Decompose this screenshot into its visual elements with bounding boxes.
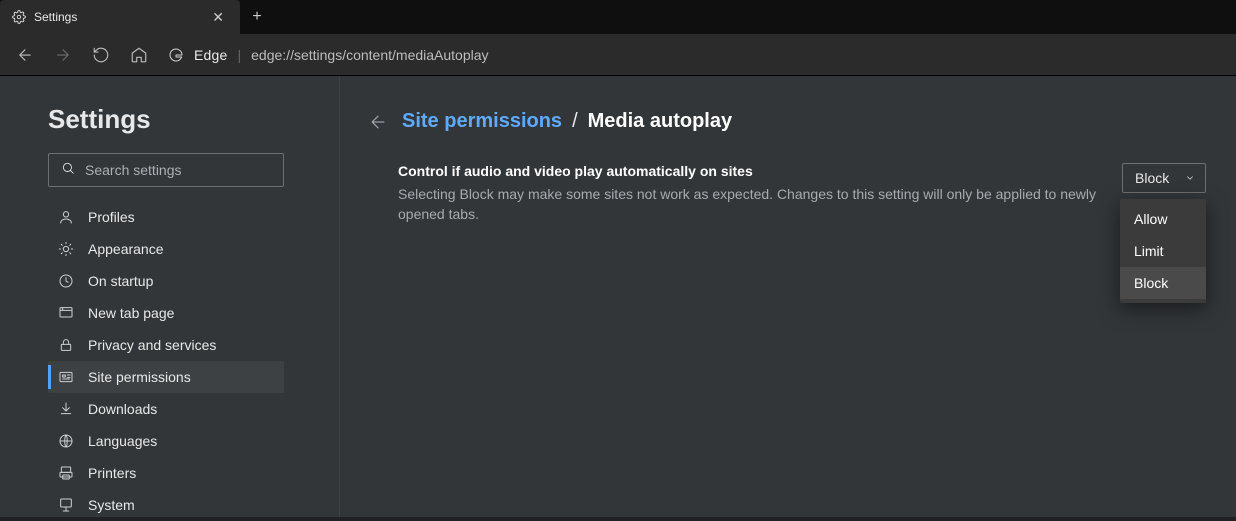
sidebar-item-label: Privacy and services <box>88 337 216 353</box>
setting-title: Control if audio and video play automati… <box>398 163 1098 179</box>
select-value: Block <box>1135 170 1169 186</box>
sidebar-item-printers[interactable]: Printers <box>48 457 284 489</box>
settings-sidebar: Settings Profiles Appearance On startup New… <box>0 76 340 517</box>
back-button[interactable] <box>8 38 42 72</box>
sidebar-item-label: Downloads <box>88 401 157 417</box>
sidebar-item-system[interactable]: System <box>48 489 284 521</box>
breadcrumb-separator: / <box>572 110 578 133</box>
breadcrumb-parent[interactable]: Site permissions <box>402 110 562 133</box>
sidebar-item-label: Profiles <box>88 209 135 225</box>
startup-icon <box>58 273 74 289</box>
address-bar[interactable]: Edge | edge://settings/content/mediaAuto… <box>168 40 1228 70</box>
edge-icon <box>168 47 184 63</box>
system-icon <box>58 497 74 513</box>
sidebar-item-privacy-and-services[interactable]: Privacy and services <box>48 329 284 361</box>
dropdown-option-block[interactable]: Block <box>1120 267 1206 299</box>
sidebar-item-profiles[interactable]: Profiles <box>48 201 284 233</box>
search-icon <box>61 161 75 180</box>
main-panel: Site permissions / Media autoplay Contro… <box>340 76 1236 517</box>
profile-icon <box>58 209 74 225</box>
sidebar-item-label: New tab page <box>88 305 174 321</box>
printer-icon <box>58 465 74 481</box>
tab-strip: Settings ✕ + <box>0 0 1236 34</box>
settings-nav: Profiles Appearance On startup New tab page… <box>48 201 339 521</box>
gear-icon <box>12 10 26 24</box>
sidebar-item-label: Printers <box>88 465 136 481</box>
addr-url: edge://settings/content/mediaAutoplay <box>251 47 488 63</box>
newtab-icon <box>58 305 74 321</box>
browser-tab[interactable]: Settings ✕ <box>0 0 240 34</box>
forward-button[interactable] <box>46 38 80 72</box>
appearance-icon <box>58 241 74 257</box>
sidebar-item-label: Languages <box>88 433 157 449</box>
sidebar-item-languages[interactable]: Languages <box>48 425 284 457</box>
sidebar-item-label: Appearance <box>88 241 164 257</box>
autoplay-select[interactable]: Block <box>1122 163 1206 193</box>
chevron-down-icon <box>1185 170 1195 186</box>
refresh-button[interactable] <box>84 38 118 72</box>
tab-title: Settings <box>34 10 200 24</box>
sidebar-item-label: Site permissions <box>88 369 191 385</box>
media-autoplay-setting: Control if audio and video play automati… <box>398 163 1236 224</box>
sidebar-item-on-startup[interactable]: On startup <box>48 265 284 297</box>
sidebar-item-label: On startup <box>88 273 153 289</box>
new-tab-button[interactable]: + <box>240 0 274 34</box>
permissions-icon <box>58 369 74 385</box>
search-input[interactable] <box>85 162 271 178</box>
dropdown-option-allow[interactable]: Allow <box>1120 203 1206 235</box>
sidebar-item-label: System <box>88 497 135 513</box>
setting-description: Selecting Block may make some sites not … <box>398 185 1098 224</box>
sidebar-item-site-permissions[interactable]: Site permissions <box>48 361 284 393</box>
search-box[interactable] <box>48 153 284 187</box>
dropdown-option-limit[interactable]: Limit <box>1120 235 1206 267</box>
sidebar-item-downloads[interactable]: Downloads <box>48 393 284 425</box>
autoplay-dropdown: AllowLimitBlock <box>1120 199 1206 303</box>
breadcrumb: Site permissions / Media autoplay <box>368 110 1236 133</box>
browser-toolbar: Edge | edge://settings/content/mediaAuto… <box>0 34 1236 76</box>
sidebar-item-new-tab-page[interactable]: New tab page <box>48 297 284 329</box>
breadcrumb-back-button[interactable] <box>368 112 388 132</box>
sidebar-item-appearance[interactable]: Appearance <box>48 233 284 265</box>
privacy-icon <box>58 337 74 353</box>
language-icon <box>58 433 74 449</box>
addr-separator: | <box>238 47 242 63</box>
close-icon[interactable]: ✕ <box>208 8 228 26</box>
breadcrumb-current: Media autoplay <box>588 110 732 133</box>
page-title: Settings <box>48 104 339 135</box>
content-area: Settings Profiles Appearance On startup New… <box>0 76 1236 517</box>
download-icon <box>58 401 74 417</box>
home-button[interactable] <box>122 38 156 72</box>
addr-label: Edge <box>194 47 228 63</box>
